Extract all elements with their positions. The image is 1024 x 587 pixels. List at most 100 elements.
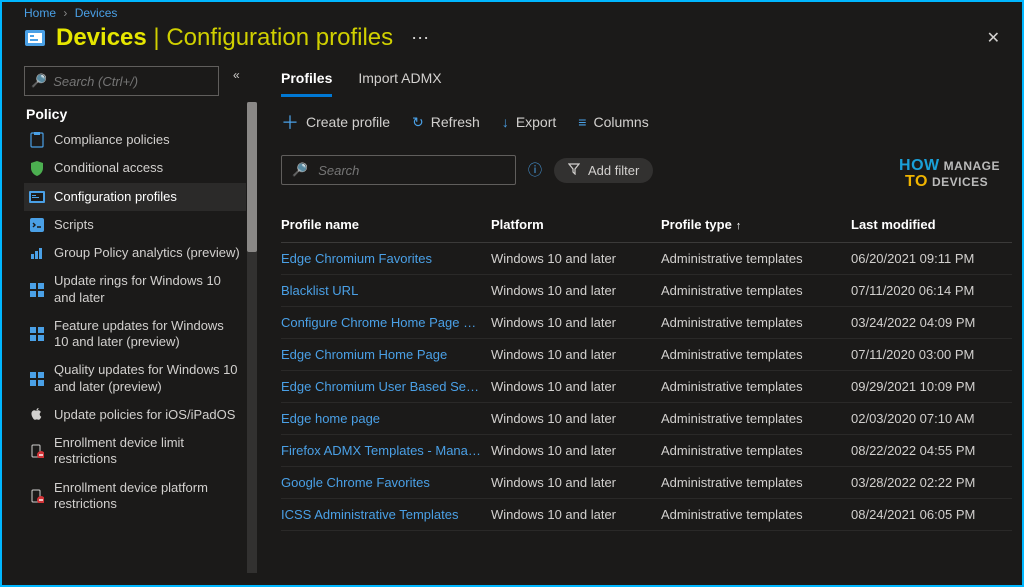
tab-import-admx[interactable]: Import ADMX: [358, 64, 441, 97]
cell-profile-type: Administrative templates: [661, 499, 851, 531]
search-icon: 🔍: [292, 162, 308, 178]
cell-profile-type: Administrative templates: [661, 371, 851, 403]
sidebar-scrollbar[interactable]: [247, 102, 257, 573]
scrollbar-thumb[interactable]: [247, 102, 257, 252]
sidebar-item-conditional-access[interactable]: Conditional access: [24, 154, 246, 182]
col-profile-name[interactable]: Profile name: [281, 209, 491, 243]
sidebar-item-scripts[interactable]: Scripts: [24, 211, 246, 239]
add-filter-button[interactable]: Add filter: [554, 158, 653, 183]
table-row[interactable]: Edge Chromium User Based SecurityWindows…: [281, 371, 1012, 403]
cell-profile-name[interactable]: ICSS Administrative Templates: [281, 499, 491, 531]
windows-icon: [28, 371, 46, 387]
cell-platform: Windows 10 and later: [491, 467, 661, 499]
table-header-row: Profile name Platform Profile type↑ Last…: [281, 209, 1012, 243]
close-icon[interactable]: ✕: [987, 28, 1000, 48]
cell-profile-type: Administrative templates: [661, 435, 851, 467]
cell-platform: Windows 10 and later: [491, 499, 661, 531]
table-row[interactable]: Edge home pageWindows 10 and laterAdmini…: [281, 403, 1012, 435]
cell-profile-name[interactable]: Google Chrome Favorites: [281, 467, 491, 499]
create-profile-button[interactable]: ＋ Create profile: [281, 109, 390, 135]
cell-last-modified: 07/11/2020 03:00 PM: [851, 339, 1012, 371]
sidebar-item-label: Quality updates for Windows 10 and later…: [54, 362, 240, 395]
devices-icon: [24, 27, 46, 49]
cell-profile-type: Administrative templates: [661, 467, 851, 499]
col-profile-type[interactable]: Profile type↑: [661, 209, 851, 243]
cell-profile-type: Administrative templates: [661, 243, 851, 275]
sort-ascending-icon: ↑: [736, 220, 742, 232]
breadcrumb-home[interactable]: Home: [24, 6, 56, 20]
cell-profile-name[interactable]: Blacklist URL: [281, 275, 491, 307]
sidebar-item-label: Enrollment device platform restrictions: [54, 480, 240, 513]
sidebar-item-label: Feature updates for Windows 10 and later…: [54, 318, 240, 351]
cell-profile-name[interactable]: Edge Chromium User Based Security: [281, 371, 491, 403]
table-row[interactable]: Firefox ADMX Templates - Manage HWindows…: [281, 435, 1012, 467]
cell-profile-name[interactable]: Edge Chromium Home Page: [281, 339, 491, 371]
sidebar-item-enrollment-limit[interactable]: Enrollment device limit restrictions: [24, 429, 246, 474]
columns-icon: ≡: [578, 114, 586, 130]
chevron-right-icon: ›: [63, 6, 67, 20]
download-icon: ↓: [502, 114, 509, 130]
sidebar-item-label: Group Policy analytics (preview): [54, 245, 240, 261]
refresh-icon: ↻: [412, 114, 424, 131]
cell-last-modified: 09/29/2021 10:09 PM: [851, 371, 1012, 403]
scripts-icon: [28, 217, 46, 233]
sidebar-item-quality-updates[interactable]: Quality updates for Windows 10 and later…: [24, 356, 246, 401]
table-row[interactable]: Edge Chromium FavoritesWindows 10 and la…: [281, 243, 1012, 275]
cell-profile-type: Administrative templates: [661, 339, 851, 371]
table-row[interactable]: Configure Chrome Home Page URLWindows 10…: [281, 307, 1012, 339]
sidebar-item-configuration-profiles[interactable]: Configuration profiles: [24, 183, 246, 211]
cell-last-modified: 03/28/2022 02:22 PM: [851, 467, 1012, 499]
main-search[interactable]: 🔍: [281, 155, 516, 185]
sidebar-item-feature-updates[interactable]: Feature updates for Windows 10 and later…: [24, 312, 246, 357]
config-profiles-icon: [28, 189, 46, 205]
cell-platform: Windows 10 and later: [491, 307, 661, 339]
cell-profile-name[interactable]: Edge Chromium Favorites: [281, 243, 491, 275]
sidebar-item-label: Compliance policies: [54, 132, 240, 148]
more-icon[interactable]: ⋯: [411, 28, 429, 49]
sidebar-item-label: Enrollment device limit restrictions: [54, 435, 240, 468]
columns-button[interactable]: ≡ Columns: [578, 114, 648, 130]
sidebar-search-input[interactable]: [53, 74, 212, 89]
cell-last-modified: 02/03/2020 07:10 AM: [851, 403, 1012, 435]
sidebar-item-update-policies-ios[interactable]: Update policies for iOS/iPadOS: [24, 401, 246, 429]
tabs: Profiles Import ADMX: [281, 64, 1012, 97]
refresh-button[interactable]: ↻ Refresh: [412, 114, 480, 131]
sidebar-item-enrollment-platform[interactable]: Enrollment device platform restrictions: [24, 474, 246, 519]
toolbar-label: Columns: [593, 114, 648, 130]
toolbar-label: Refresh: [431, 114, 480, 130]
sidebar-section-policy: Policy: [26, 106, 257, 122]
tab-profiles[interactable]: Profiles: [281, 64, 332, 97]
cell-profile-name[interactable]: Configure Chrome Home Page URL: [281, 307, 491, 339]
export-button[interactable]: ↓ Export: [502, 114, 556, 130]
cell-profile-name[interactable]: Edge home page: [281, 403, 491, 435]
cell-platform: Windows 10 and later: [491, 243, 661, 275]
table-row[interactable]: Google Chrome FavoritesWindows 10 and la…: [281, 467, 1012, 499]
profiles-table: Profile name Platform Profile type↑ Last…: [281, 209, 1012, 531]
breadcrumb-devices[interactable]: Devices: [75, 6, 118, 20]
sidebar-item-compliance-policies[interactable]: Compliance policies: [24, 126, 246, 154]
table-row[interactable]: Edge Chromium Home PageWindows 10 and la…: [281, 339, 1012, 371]
windows-icon: [28, 326, 46, 342]
sidebar-item-label: Update policies for iOS/iPadOS: [54, 407, 240, 423]
sidebar-item-label: Scripts: [54, 217, 240, 233]
breadcrumb: Home › Devices: [2, 2, 1022, 22]
toolbar-label: Create profile: [306, 114, 390, 130]
enrollment-platform-icon: [28, 488, 46, 504]
main-content: Profiles Import ADMX ＋ Create profile ↻ …: [257, 60, 1022, 573]
sidebar-item-label: Configuration profiles: [54, 189, 240, 205]
sidebar-item-label: Update rings for Windows 10 and later: [54, 273, 240, 306]
col-last-modified[interactable]: Last modified: [851, 209, 1012, 243]
cell-last-modified: 07/11/2020 06:14 PM: [851, 275, 1012, 307]
info-icon[interactable]: ⓘ: [528, 160, 542, 180]
collapse-sidebar-icon[interactable]: «: [233, 68, 240, 82]
col-platform[interactable]: Platform: [491, 209, 661, 243]
search-icon: 🔍: [31, 73, 47, 89]
page-header: Devices | Configuration profiles ⋯ ✕: [2, 22, 1022, 60]
sidebar-search[interactable]: 🔍: [24, 66, 219, 96]
table-row[interactable]: Blacklist URLWindows 10 and laterAdminis…: [281, 275, 1012, 307]
sidebar-item-update-rings[interactable]: Update rings for Windows 10 and later: [24, 267, 246, 312]
cell-profile-name[interactable]: Firefox ADMX Templates - Manage H: [281, 435, 491, 467]
table-row[interactable]: ICSS Administrative TemplatesWindows 10 …: [281, 499, 1012, 531]
sidebar-item-group-policy-analytics[interactable]: Group Policy analytics (preview): [24, 239, 246, 267]
main-search-input[interactable]: [318, 163, 505, 178]
